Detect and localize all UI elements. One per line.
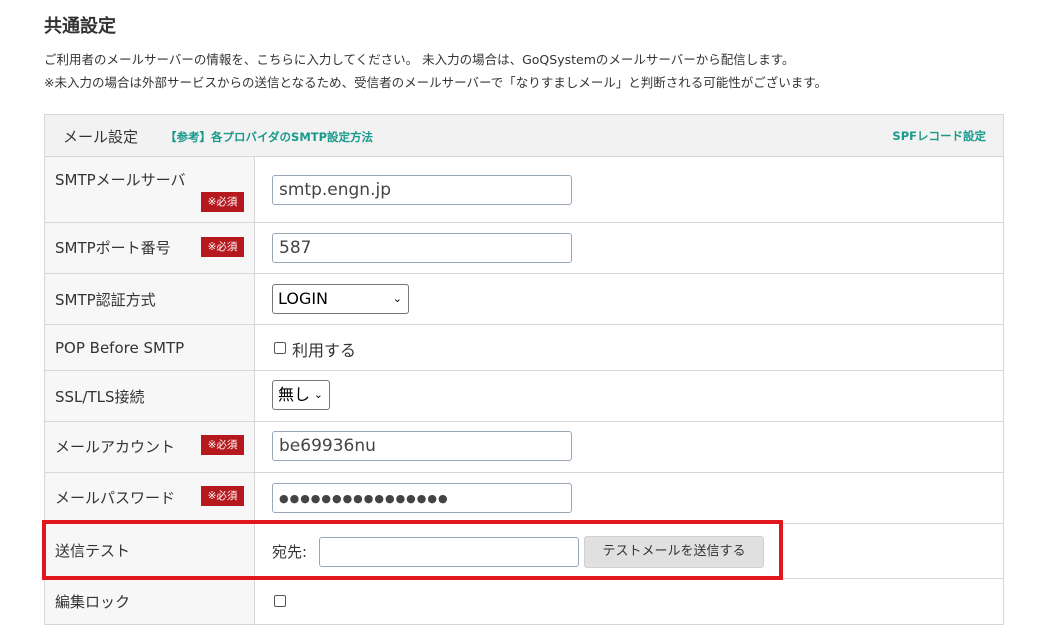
send-test-label: 送信テスト — [55, 542, 131, 560]
recipient-label: 宛先: — [272, 543, 308, 561]
edit-lock-label: 編集ロック — [55, 593, 131, 611]
smtp-reference-link[interactable]: 【参考】各プロバイダのSMTP設定方法 — [165, 129, 373, 145]
row-smtp-port: SMTPポート番号 ※必須 — [45, 223, 1003, 274]
row-smtp-auth: SMTP認証方式 LOGIN ⌄ — [45, 274, 1003, 325]
smtp-server-input[interactable] — [272, 175, 572, 205]
mail-password-input[interactable] — [272, 483, 572, 513]
table-header: メール設定 【参考】各プロバイダのSMTP設定方法 SPFレコード設定 — [45, 115, 1003, 157]
required-badge: ※必須 — [201, 486, 244, 506]
mail-password-label: メールパスワード — [55, 489, 176, 507]
label-cell: 編集ロック — [45, 579, 255, 624]
value-cell — [255, 473, 1003, 523]
mail-settings-table: メール設定 【参考】各プロバイダのSMTP設定方法 SPFレコード設定 SMTP… — [44, 114, 1004, 625]
row-pop-before-smtp: POP Before SMTP 利用する — [45, 325, 1003, 371]
value-cell — [255, 422, 1003, 472]
required-badge: ※必須 — [201, 435, 244, 455]
label-cell: 送信テスト — [45, 524, 255, 578]
mail-account-input[interactable] — [272, 431, 572, 461]
value-cell — [255, 223, 1003, 273]
description-line-1: ご利用者のメールサーバーの情報を、こちらに入力してください。 未入力の場合は、G… — [44, 52, 795, 67]
spf-record-link[interactable]: SPFレコード設定 — [892, 128, 986, 144]
smtp-port-label: SMTPポート番号 — [55, 239, 171, 257]
table-header-title: メール設定 — [63, 128, 139, 146]
recipient-input[interactable] — [319, 537, 579, 567]
value-cell: 無し ⌄ — [255, 371, 1003, 421]
required-badge: ※必須 — [201, 192, 244, 212]
smtp-auth-select[interactable]: LOGIN ⌄ — [272, 284, 409, 314]
pop-before-smtp-checkbox[interactable] — [274, 342, 286, 354]
mail-account-label: メールアカウント — [55, 438, 176, 456]
edit-lock-checkbox[interactable] — [274, 595, 286, 607]
label-cell: SMTPポート番号 ※必須 — [45, 223, 255, 273]
ssl-tls-selected-value: 無し — [278, 385, 311, 404]
row-smtp-server: SMTPメールサーバ ※必須 — [45, 157, 1003, 223]
label-cell: POP Before SMTP — [45, 325, 255, 370]
label-cell: メールアカウント ※必須 — [45, 422, 255, 472]
chevron-down-icon: ⌄ — [313, 388, 323, 401]
ssl-tls-label: SSL/TLS接続 — [55, 388, 145, 406]
ssl-tls-select[interactable]: 無し ⌄ — [272, 380, 330, 410]
value-cell — [255, 157, 1003, 222]
description-line-2: ※未入力の場合は外部サービスからの送信となるため、受信者のメールサーバーで「なり… — [44, 75, 827, 90]
value-cell: 宛先: テストメールを送信する — [255, 524, 1003, 578]
label-cell: SMTPメールサーバ ※必須 — [45, 157, 255, 222]
row-ssl-tls: SSL/TLS接続 無し ⌄ — [45, 371, 1003, 422]
smtp-port-input[interactable] — [272, 233, 572, 263]
value-cell: 利用する — [255, 325, 1003, 370]
required-badge: ※必須 — [201, 237, 244, 257]
smtp-auth-selected-value: LOGIN — [278, 289, 329, 308]
row-mail-password: メールパスワード ※必須 — [45, 473, 1003, 524]
value-cell — [255, 579, 1003, 624]
label-cell: SSL/TLS接続 — [45, 371, 255, 421]
page-title: 共通設定 — [44, 16, 116, 37]
smtp-server-label: SMTPメールサーバ — [55, 171, 186, 189]
chevron-down-icon: ⌄ — [392, 292, 402, 305]
row-send-test: 送信テスト 宛先: テストメールを送信する — [45, 524, 1003, 579]
row-mail-account: メールアカウント ※必須 — [45, 422, 1003, 473]
smtp-auth-label: SMTP認証方式 — [55, 291, 156, 309]
value-cell: LOGIN ⌄ — [255, 274, 1003, 324]
label-cell: SMTP認証方式 — [45, 274, 255, 324]
pop-before-smtp-checkbox-label[interactable]: 利用する — [292, 337, 356, 361]
row-edit-lock: 編集ロック — [45, 579, 1003, 624]
label-cell: メールパスワード ※必須 — [45, 473, 255, 523]
send-test-mail-button[interactable]: テストメールを送信する — [584, 536, 764, 568]
pop-before-smtp-label: POP Before SMTP — [55, 339, 185, 357]
